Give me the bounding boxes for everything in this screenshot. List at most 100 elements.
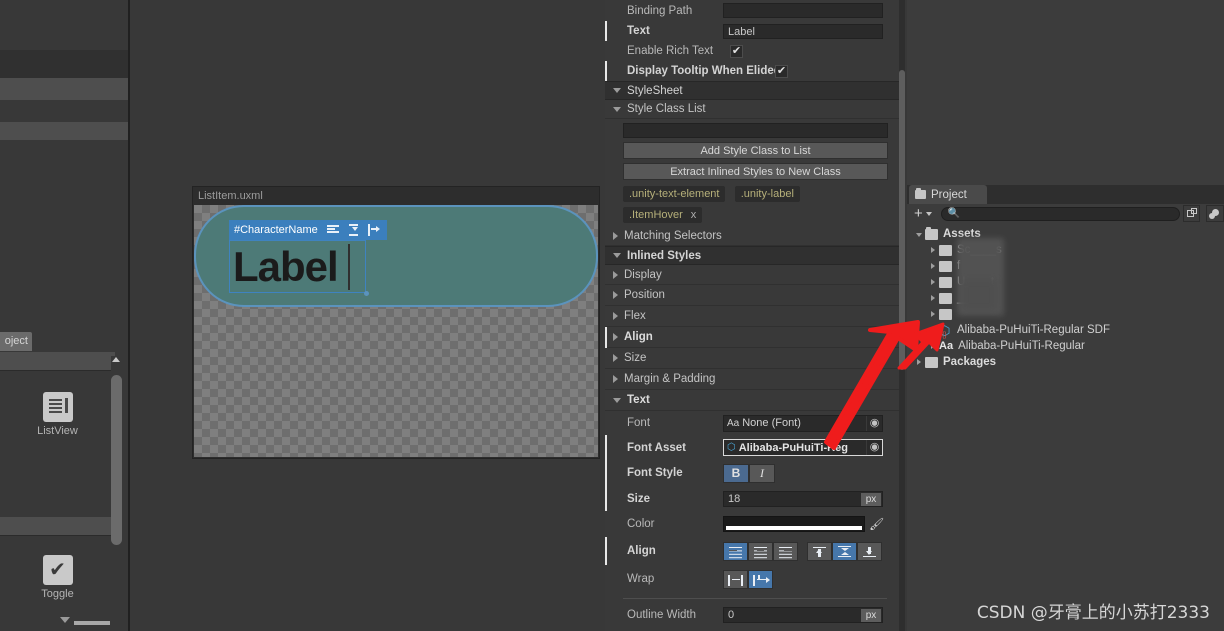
section-inlined-styles[interactable]: Inlined Styles: [605, 246, 905, 265]
chevron-right-icon: [613, 232, 618, 240]
project-asset-tree: Assets Sc____s f U____t ____s: [907, 226, 1224, 376]
chevron-right-icon[interactable]: [927, 292, 939, 304]
library-row-2[interactable]: [0, 100, 128, 122]
library-item-toggle[interactable]: Toggle: [0, 555, 115, 600]
style-row-font-style[interactable]: Font Style B I: [605, 460, 905, 486]
align-right-icon[interactable]: [773, 541, 798, 561]
label-element-selection[interactable]: Label: [229, 240, 366, 293]
wrap-icon[interactable]: [723, 569, 748, 589]
section-display[interactable]: Display: [605, 265, 905, 285]
chevron-right-icon[interactable]: [927, 260, 939, 272]
style-row-align[interactable]: Align: [605, 537, 905, 565]
section-label: Display: [624, 268, 662, 281]
font-size-value: 18: [728, 492, 741, 505]
attribute-row-display-tooltip[interactable]: Display Tooltip When Elided ✔: [605, 61, 905, 81]
listitem-root-element[interactable]: Label #CharacterName: [194, 205, 598, 307]
asset-filter-icon[interactable]: [1206, 205, 1224, 222]
chevron-right-icon: [613, 291, 618, 299]
scroll-up-arrow-icon[interactable]: [112, 357, 120, 362]
font-style-italic-button[interactable]: I: [749, 463, 775, 483]
font-style-bold-button[interactable]: B: [723, 463, 749, 483]
tree-row-folder[interactable]: U____t: [907, 274, 1224, 290]
add-asset-button[interactable]: +: [914, 206, 932, 221]
text-input[interactable]: Label: [723, 23, 883, 39]
tab-project[interactable]: Project: [909, 185, 987, 204]
library-row-3[interactable]: [0, 122, 128, 140]
chevron-right-icon[interactable]: [927, 308, 939, 320]
unit-px-label[interactable]: px: [861, 492, 881, 506]
tree-row-folder[interactable]: [907, 306, 1224, 322]
tree-row-font[interactable]: Aa Alibaba-PuHuiTi-Regular: [907, 338, 1224, 354]
modified-indicator: [605, 327, 607, 348]
attribute-row-binding-path[interactable]: Binding Path: [605, 0, 905, 21]
tree-row-folder[interactable]: Sc____s: [907, 242, 1224, 258]
display-tooltip-checkbox[interactable]: ✔: [775, 64, 788, 78]
outline-width-input[interactable]: 0 px: [723, 607, 883, 623]
unit-px-label[interactable]: px: [861, 609, 881, 622]
attribute-label: Enable Rich Text: [627, 45, 714, 57]
style-class-input[interactable]: [623, 123, 888, 138]
extract-inlined-styles-button[interactable]: Extract Inlined Styles to New Class: [623, 163, 888, 180]
align-bottom-icon[interactable]: [857, 541, 882, 561]
selection-badge[interactable]: #CharacterName: [229, 220, 387, 240]
inspector-scrollbar-track[interactable]: [899, 0, 905, 631]
wrap-nowrap-icon[interactable]: [364, 221, 382, 239]
chevron-down-icon[interactable]: [913, 228, 925, 240]
tree-row-packages[interactable]: Packages: [907, 354, 1224, 370]
style-class-pill-itemhover[interactable]: .ItemHover x: [623, 207, 703, 223]
resize-handle[interactable]: [364, 291, 369, 296]
search-input[interactable]: 🔍: [940, 206, 1180, 221]
text-color-swatch[interactable]: [723, 516, 865, 532]
nowrap-icon[interactable]: [748, 569, 773, 589]
style-row-outline-width[interactable]: Outline Width 0 px: [605, 603, 905, 627]
collapse-triangle-icon[interactable]: [60, 617, 70, 623]
library-item-listview[interactable]: ListView: [0, 392, 115, 437]
tree-row-assets[interactable]: Assets: [907, 226, 1224, 242]
style-class-pill[interactable]: .unity-label: [734, 186, 800, 202]
add-style-class-button[interactable]: Add Style Class to List: [623, 142, 888, 159]
chevron-down-icon: [613, 88, 621, 93]
section-style-class-list[interactable]: Style Class List: [605, 100, 905, 119]
font-size-input[interactable]: 18 px: [723, 490, 883, 507]
tree-row-folder[interactable]: f: [907, 258, 1224, 274]
style-row-wrap[interactable]: Wrap: [605, 565, 905, 593]
align-left-icon[interactable]: [723, 541, 748, 561]
enable-rich-text-checkbox[interactable]: ✔: [730, 44, 743, 58]
open-in-new-window-icon[interactable]: [1182, 205, 1201, 222]
align-middle-icon[interactable]: [832, 541, 857, 561]
section-stylesheet[interactable]: StyleSheet: [605, 81, 905, 100]
style-row-size[interactable]: Size 18 px: [605, 486, 905, 511]
style-row-color[interactable]: Color 🖌: [605, 511, 905, 537]
chevron-down-icon: [613, 106, 621, 112]
chevron-right-icon[interactable]: [927, 244, 939, 256]
project-tab-fragment[interactable]: oject: [0, 332, 32, 351]
eyedropper-icon[interactable]: 🖌: [869, 517, 884, 531]
library-row-1[interactable]: [0, 78, 128, 100]
align-top-icon[interactable]: [807, 541, 832, 561]
folder-icon: [939, 244, 952, 256]
chevron-down-icon: [925, 211, 932, 216]
uibuilder-canvas[interactable]: ListItem.uxml Label #CharacterName: [192, 186, 600, 459]
section-matching-selectors[interactable]: Matching Selectors: [605, 227, 905, 246]
align-center-icon[interactable]: [748, 541, 773, 561]
library-scrollbar-thumb[interactable]: [111, 375, 122, 545]
attribute-label: Display Tooltip When Elided: [627, 65, 775, 77]
binding-path-input[interactable]: [723, 3, 883, 18]
style-class-pill[interactable]: .unity-text-element: [623, 186, 726, 202]
tree-row-folder[interactable]: ____s: [907, 290, 1224, 306]
section-label: Position: [624, 289, 665, 301]
text-align-left-icon[interactable]: [324, 221, 342, 239]
canvas-surface[interactable]: Label #CharacterName: [194, 205, 598, 457]
attribute-row-text[interactable]: Text Label: [605, 21, 905, 41]
tree-row-font-asset-sdf[interactable]: Alibaba-PuHuiTi-Regular SDF: [907, 322, 1224, 339]
selection-badge-name: #CharacterName: [234, 224, 318, 236]
vertical-align-center-icon[interactable]: [344, 221, 362, 239]
chevron-right-icon: [613, 312, 618, 320]
remove-class-icon[interactable]: x: [691, 209, 697, 221]
section-position[interactable]: Position: [605, 285, 905, 306]
library-item-label: Toggle: [41, 588, 74, 600]
style-label: Font Asset: [627, 441, 686, 454]
section-label: Flex: [624, 310, 646, 322]
chevron-right-icon[interactable]: [927, 276, 939, 288]
attribute-row-enable-rich-text[interactable]: Enable Rich Text ✔: [605, 41, 905, 61]
